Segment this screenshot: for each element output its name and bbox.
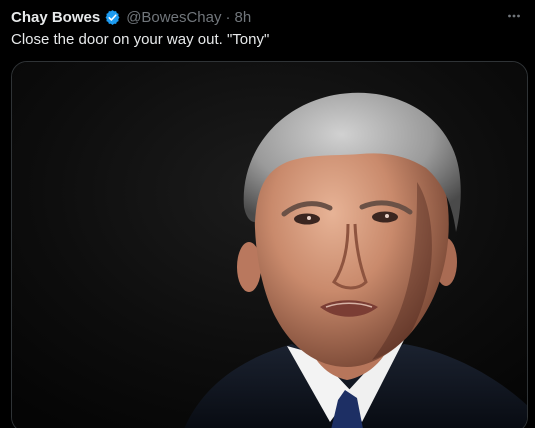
display-name[interactable]: Chay Bowes <box>11 9 100 26</box>
separator-dot: · <box>225 8 231 26</box>
tweet-timestamp[interactable]: 8h <box>234 9 251 26</box>
more-options-icon[interactable] <box>503 6 525 26</box>
tweet-header: Chay Bowes @BowesChay · 8h <box>11 6 525 28</box>
user-handle[interactable]: @BowesChay <box>126 9 221 26</box>
verified-badge-icon <box>104 9 121 26</box>
tweet-text: Close the door on your way out. "Tony" <box>11 31 270 48</box>
tweet[interactable]: Chay Bowes @BowesChay · 8h Close the doo… <box>0 0 535 428</box>
tweet-photo[interactable] <box>11 61 528 428</box>
